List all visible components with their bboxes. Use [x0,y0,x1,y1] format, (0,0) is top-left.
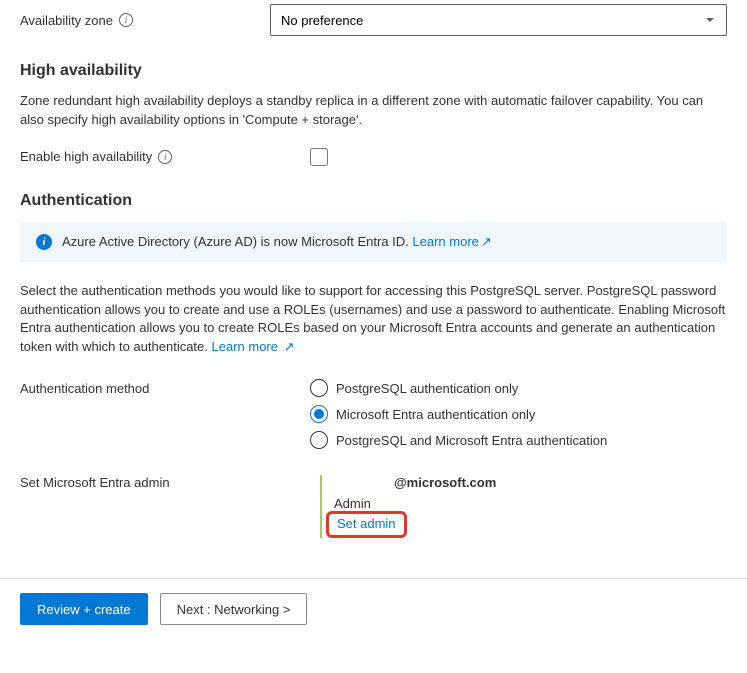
enable-ha-label-wrap: Enable high availability i [20,149,310,164]
admin-content: @microsoft.com Admin Set admin [320,475,496,538]
auth-option-postgres-only[interactable]: PostgreSQL authentication only [310,379,607,397]
enable-ha-checkbox[interactable] [310,148,328,166]
set-admin-label: Set Microsoft Entra admin [20,475,320,490]
radio-dot-icon [314,409,324,419]
callout-link-text: Learn more [412,234,478,249]
auth-learn-more-link[interactable]: Learn more ↗ [212,339,295,354]
auth-option-label: PostgreSQL authentication only [336,381,518,396]
high-availability-description: Zone redundant high availability deploys… [20,92,727,130]
next-networking-button[interactable]: Next : Networking > [160,593,308,625]
auth-method-radio-group: PostgreSQL authentication only Microsoft… [310,379,607,449]
auth-method-label: Authentication method [20,379,310,396]
admin-role-text: Admin [334,496,496,511]
authentication-description: Select the authentication methods you wo… [20,282,727,357]
set-admin-link[interactable]: Set admin [337,516,396,531]
footer-actions: Review + create Next : Networking > [20,579,727,639]
radio-icon [310,379,328,397]
entra-callout: i Azure Active Directory (Azure AD) is n… [20,222,727,262]
auth-desc-text: Select the authentication methods you wo… [20,283,725,355]
review-create-button[interactable]: Review + create [20,593,148,625]
enable-ha-label: Enable high availability [20,149,152,164]
callout-text-wrap: Azure Active Directory (Azure AD) is now… [62,234,492,250]
auth-method-row: Authentication method PostgreSQL authent… [20,379,727,449]
availability-zone-row: Availability zone i No preference [20,4,727,36]
info-icon: i [36,234,52,250]
auth-learn-more-text: Learn more [212,339,278,354]
auth-option-entra-only[interactable]: Microsoft Entra authentication only [310,405,607,423]
external-link-icon: ↗ [481,234,492,250]
authentication-header: Authentication [20,192,727,210]
admin-domain-text: @microsoft.com [334,475,496,490]
set-admin-highlight: Set admin [326,511,407,538]
admin-value-block: @microsoft.com Admin Set admin [320,475,496,538]
callout-learn-more-link[interactable]: Learn more↗ [412,234,491,249]
high-availability-header: High availability [20,62,727,80]
auth-option-label: Microsoft Entra authentication only [336,407,535,422]
availability-zone-select-wrap: No preference [270,4,727,36]
radio-icon [310,431,328,449]
info-icon[interactable]: i [158,150,172,164]
auth-option-both[interactable]: PostgreSQL and Microsoft Entra authentic… [310,431,607,449]
callout-text: Azure Active Directory (Azure AD) is now… [62,234,409,249]
enable-ha-row: Enable high availability i [20,148,727,166]
availability-zone-label-wrap: Availability zone i [20,13,270,28]
radio-icon [310,405,328,423]
auth-option-label: PostgreSQL and Microsoft Entra authentic… [336,433,607,448]
availability-zone-select[interactable]: No preference [270,4,727,36]
info-icon[interactable]: i [119,13,133,27]
set-admin-row: Set Microsoft Entra admin @microsoft.com… [20,475,727,538]
availability-zone-label: Availability zone [20,13,113,28]
external-link-icon: ↗ [284,338,295,357]
